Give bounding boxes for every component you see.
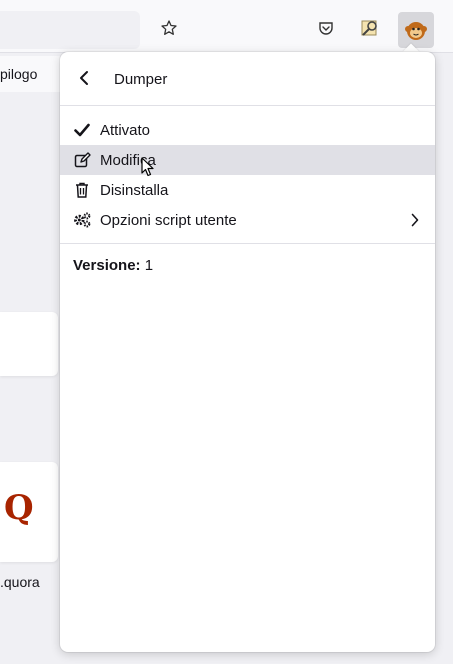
version-info: Versione: 1	[73, 257, 153, 274]
pocket-icon[interactable]	[310, 12, 342, 44]
menu-item-uninstall[interactable]: Disinstalla	[60, 175, 435, 205]
separator	[60, 243, 435, 244]
browser-toolbar	[0, 0, 453, 53]
gears-icon	[73, 211, 91, 229]
check-icon	[73, 121, 91, 139]
bookmark-item[interactable]: pilogo	[0, 66, 37, 82]
chevron-right-icon	[411, 213, 419, 231]
menu-item-label: Opzioni script utente	[100, 211, 237, 229]
panel-title: Dumper	[114, 71, 168, 88]
panel-header: Dumper	[60, 52, 435, 106]
edit-icon	[73, 151, 91, 169]
script-menu: Attivato Modifica Disinstalla Opzioni sc…	[60, 106, 435, 244]
back-button[interactable]	[72, 66, 96, 90]
tile-card[interactable]	[0, 312, 58, 376]
extension-popup-panel: Dumper Attivato Modifica Disinstalla Opz…	[60, 52, 435, 652]
quora-logo: Q	[4, 488, 34, 528]
mouse-cursor-icon	[141, 157, 155, 182]
version-value: 1	[144, 257, 154, 274]
menu-item-label: Attivato	[100, 121, 151, 139]
url-bar[interactable]	[0, 11, 140, 49]
menu-item-script-options[interactable]: Opzioni script utente	[60, 205, 435, 235]
trash-icon	[73, 181, 91, 199]
chevron-left-icon	[80, 71, 88, 85]
menu-item-label: Disinstalla	[100, 181, 169, 199]
tampermonkey-icon[interactable]	[398, 12, 434, 48]
version-label: Versione:	[73, 257, 141, 274]
star-search-icon[interactable]	[153, 12, 185, 44]
menu-item-edit[interactable]: Modifica	[60, 145, 435, 175]
image-search-icon[interactable]	[354, 12, 386, 44]
menu-item-enabled[interactable]: Attivato	[60, 115, 435, 145]
tile-url: .quora	[0, 574, 40, 590]
